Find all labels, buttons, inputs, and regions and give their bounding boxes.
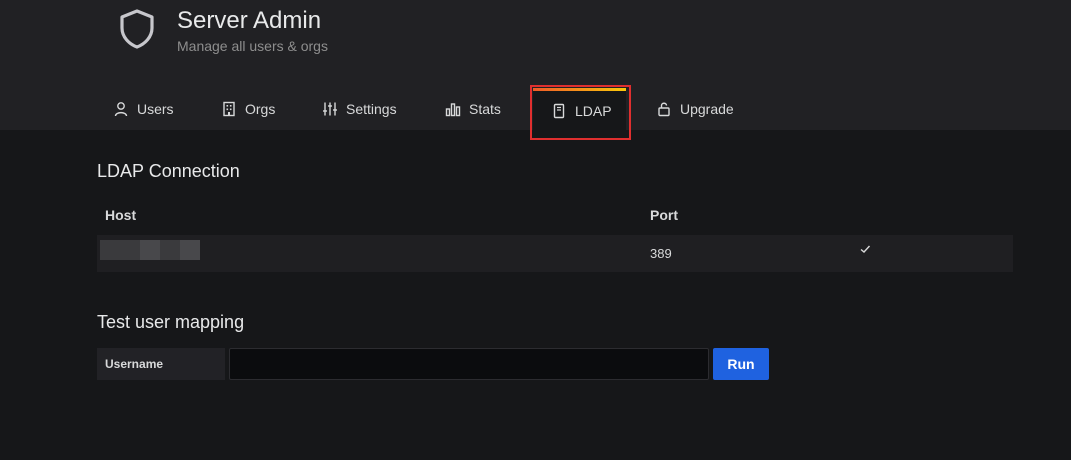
host-column-header: Host (105, 207, 137, 223)
username-label: Username (97, 348, 225, 380)
tab-bar: Users Orgs Settings Stats LDAP Upgrade (0, 88, 1071, 130)
ldap-connection-title: LDAP Connection (97, 161, 240, 181)
tab-orgs[interactable]: Orgs (221, 88, 275, 130)
table-row: 389 (97, 235, 1013, 272)
bar-chart-icon (445, 101, 461, 117)
port-value: 389 (650, 246, 672, 261)
book-icon (551, 103, 567, 119)
page: Server Admin Manage all users & orgs Use… (0, 0, 1071, 460)
page-subtitle: Manage all users & orgs (177, 38, 328, 54)
port-column-header: Port (650, 207, 678, 223)
host-value-redacted (100, 240, 200, 260)
building-icon (221, 101, 237, 117)
tab-settings[interactable]: Settings (322, 88, 397, 130)
page-title: Server Admin (177, 7, 322, 34)
username-input[interactable] (229, 348, 709, 380)
user-icon (113, 101, 129, 117)
tab-orgs-label: Orgs (245, 101, 276, 117)
tab-ldap-label: LDAP (575, 102, 612, 119)
tab-users-label: Users (137, 101, 174, 117)
shield-icon (118, 8, 156, 50)
run-button[interactable]: Run (713, 348, 769, 380)
sliders-icon (322, 101, 338, 117)
tab-stats[interactable]: Stats (445, 88, 501, 130)
check-icon (859, 242, 871, 254)
page-header: Server Admin Manage all users & orgs Use… (0, 0, 1071, 130)
tab-users[interactable]: Users (113, 88, 174, 130)
tab-upgrade-label: Upgrade (680, 101, 734, 117)
tab-ldap[interactable]: LDAP (533, 88, 626, 130)
lock-icon (656, 101, 672, 117)
tab-upgrade[interactable]: Upgrade (656, 88, 734, 130)
tab-settings-label: Settings (346, 101, 397, 117)
test-mapping-title: Test user mapping (97, 312, 245, 332)
tab-stats-label: Stats (469, 101, 501, 117)
